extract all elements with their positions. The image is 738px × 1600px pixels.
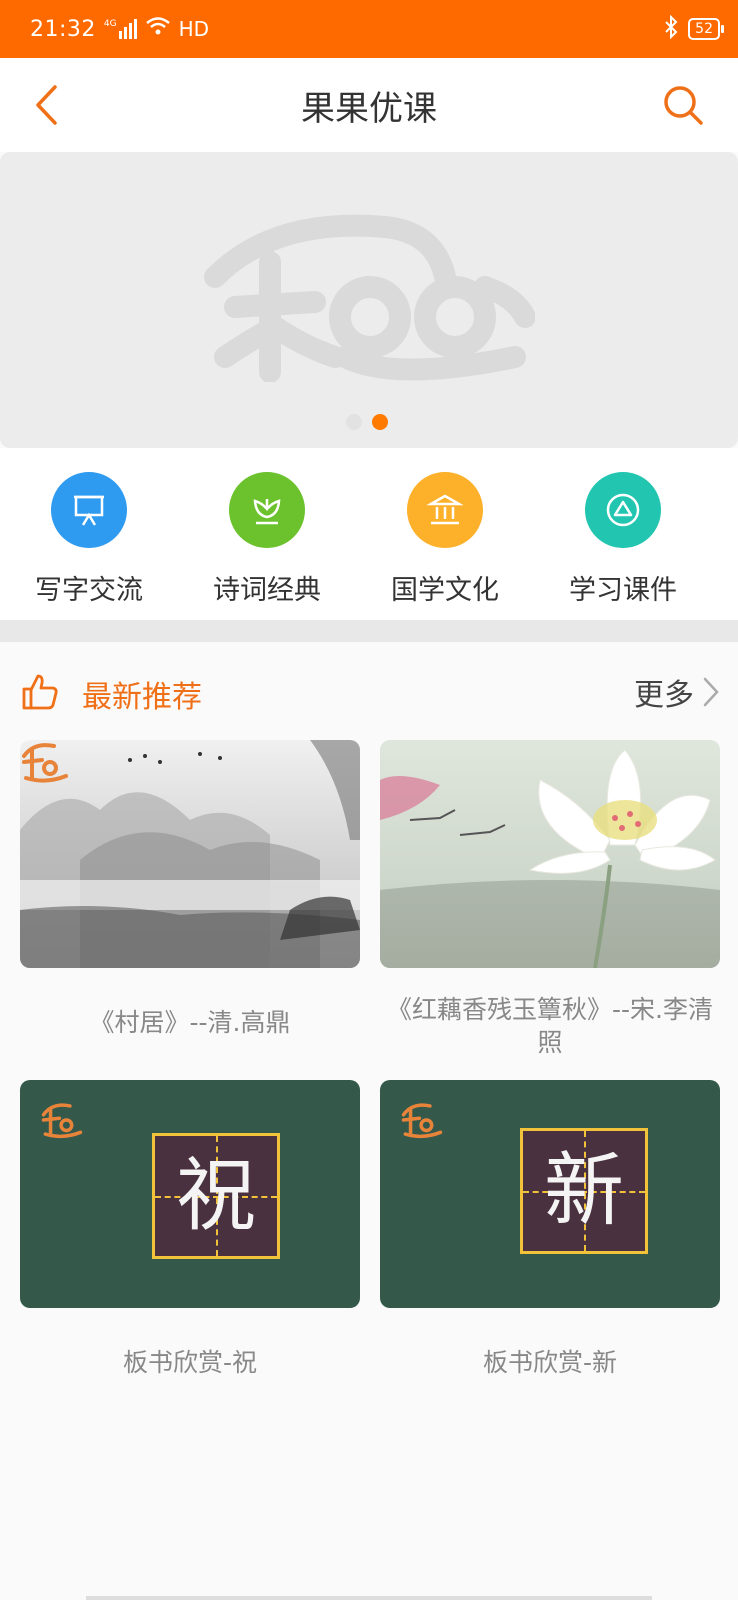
battery-indicator: 52: [688, 18, 724, 40]
course-card[interactable]: 《村居》--清.高鼎: [20, 740, 360, 1037]
category-row: 写字交流 诗词经典 国学文化 学习课件: [0, 448, 738, 620]
status-right: 52: [664, 14, 724, 44]
nav-bar: 果果优课: [0, 58, 738, 152]
app-logo: [41, 1103, 83, 1139]
category-label: 写字交流: [35, 575, 143, 606]
status-left: 21:32 4G HD: [30, 16, 209, 42]
status-bar: 21:32 4G HD 52: [0, 0, 738, 58]
chevron-right-icon: [703, 677, 719, 707]
banner-carousel[interactable]: [0, 152, 738, 448]
category-sinology[interactable]: 国学文化: [356, 448, 534, 620]
search-icon: [664, 86, 703, 125]
app-logo: [401, 1103, 443, 1139]
chevron-left-icon: [36, 85, 57, 125]
temple-icon: [407, 472, 483, 548]
home-indicator: [86, 1596, 652, 1600]
app-logo: [22, 743, 68, 783]
triangle-play-icon: [585, 472, 661, 548]
course-thumbnail: [20, 740, 360, 968]
course-card[interactable]: 《红藕香残玉簟秋》--宋.李清照: [380, 740, 720, 1057]
course-caption: 《红藕香残玉簟秋》--宋.李清照: [387, 995, 713, 1057]
bluetooth-icon: [664, 14, 678, 44]
category-label: 学习课件: [569, 575, 677, 606]
category-label: 国学文化: [391, 575, 499, 606]
writing-grid: 祝: [152, 1133, 280, 1259]
calligraphy-char: 新: [544, 1144, 624, 1237]
category-poetry[interactable]: 诗词经典: [178, 448, 356, 620]
thumbs-up-icon: [22, 674, 58, 710]
category-label: 诗词经典: [213, 575, 321, 606]
app-logo-watermark: [204, 214, 535, 382]
course-caption: 板书欣赏-新: [482, 1348, 618, 1377]
wifi-icon: [145, 16, 171, 42]
status-time: 21:32: [30, 16, 96, 42]
section-title: 最新推荐: [82, 680, 202, 715]
lotus-icon: [229, 472, 305, 548]
more-button[interactable]: 更多: [634, 670, 720, 714]
back-button[interactable]: [24, 80, 68, 130]
course-caption: 《村居》--清.高鼎: [89, 1008, 291, 1037]
category-writing[interactable]: 写字交流: [0, 448, 178, 620]
carousel-dots: [346, 414, 388, 430]
presentation-board-icon: [51, 472, 127, 548]
writing-grid: 新: [520, 1128, 648, 1254]
course-card[interactable]: 祝 板书欣赏-祝: [20, 1080, 360, 1377]
search-button[interactable]: [658, 80, 708, 130]
calligraphy-char: 祝: [176, 1149, 256, 1242]
network-type: 4G: [103, 19, 117, 29]
category-courseware[interactable]: 学习课件: [534, 448, 712, 620]
carousel-dot[interactable]: [346, 414, 362, 430]
carousel-dot-active[interactable]: [372, 414, 388, 430]
hd-label: HD: [178, 17, 210, 41]
course-caption: 板书欣赏-祝: [122, 1348, 258, 1377]
page-title: 果果优课: [301, 88, 437, 129]
course-thumbnail: 新: [380, 1080, 720, 1308]
recommend-section-header: 最新推荐 更多: [0, 642, 738, 732]
more-label: 更多: [634, 678, 694, 713]
signal-icon: 4G: [104, 19, 137, 39]
course-thumbnail: 祝: [20, 1080, 360, 1308]
course-card[interactable]: 新 板书欣赏-新: [380, 1080, 720, 1377]
section-divider: [0, 620, 738, 642]
course-thumbnail: [380, 740, 720, 968]
